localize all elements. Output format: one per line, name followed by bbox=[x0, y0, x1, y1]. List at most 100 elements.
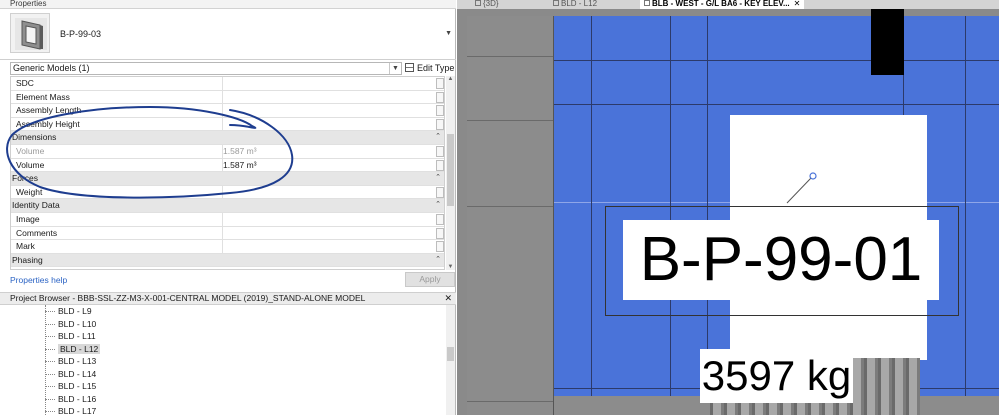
property-key: Weight bbox=[16, 186, 43, 197]
project-browser-title: Project Browser - BBB-SSL-ZZ-M3-X-001-CE… bbox=[0, 292, 456, 305]
property-group-header[interactable]: Forces ⌃ bbox=[11, 172, 444, 186]
edit-type-icon bbox=[405, 63, 414, 72]
row-edit-button[interactable] bbox=[436, 105, 444, 117]
property-group-header[interactable]: Dimensions ⌃ bbox=[11, 131, 444, 145]
edit-type-button[interactable]: Edit Type bbox=[405, 62, 454, 75]
dropdown-arrow-icon[interactable]: ▼ bbox=[445, 30, 452, 37]
element-tag-label[interactable]: B-P-99-01 bbox=[623, 220, 939, 300]
property-row[interactable]: Assembly Length bbox=[11, 104, 444, 118]
tree-item-label: BLD - L11 bbox=[58, 331, 96, 341]
category-filter-select[interactable]: Generic Models (1) ▼ bbox=[10, 62, 402, 75]
properties-scrollbar[interactable]: ▲ ▼ bbox=[446, 76, 455, 270]
property-row[interactable]: Image bbox=[11, 212, 444, 227]
group-label: Identity Data bbox=[12, 200, 60, 211]
property-row[interactable]: Comments bbox=[11, 226, 444, 241]
view-tab-label: BLB - WEST - G/L BA6 - KEY ELEV... bbox=[652, 0, 790, 8]
row-edit-button[interactable] bbox=[436, 145, 444, 157]
row-edit-button[interactable] bbox=[436, 118, 444, 130]
properties-grid: SDC Element Mass Assembly Length Assembly H… bbox=[10, 76, 445, 270]
property-value[interactable]: 1.587 m³ bbox=[223, 159, 257, 172]
tree-item-view[interactable]: BLD - L11 bbox=[10, 330, 444, 343]
scrollbar-thumb[interactable] bbox=[447, 134, 454, 206]
project-browser-tree: BLD - L9 BLD - L10 BLD - L11 BLD - L12 BLD -… bbox=[10, 305, 444, 415]
drawing-view[interactable]: {3D} BLD - L12 BLB - WEST - G/L BA6 - KEY … bbox=[457, 0, 999, 415]
type-selector[interactable]: B-P-99-03 ▼ bbox=[0, 10, 456, 60]
group-label: Dimensions bbox=[12, 132, 57, 143]
element-mass-label[interactable]: 3597 kg bbox=[700, 349, 853, 403]
property-row[interactable]: Assembly Height bbox=[11, 117, 444, 132]
group-label: Phasing bbox=[12, 254, 43, 265]
tree-item-view[interactable]: BLD - L10 bbox=[10, 318, 444, 331]
view-tab[interactable]: {3D} bbox=[471, 0, 503, 9]
property-group-header[interactable]: Phasing ⌃ bbox=[11, 253, 444, 268]
collapse-icon[interactable]: ⌃ bbox=[435, 131, 441, 144]
tree-item-view[interactable]: BLD - L12 bbox=[10, 343, 444, 356]
view-tab[interactable]: BLB - WEST - G/L BA6 - KEY ELEV... ✕ bbox=[640, 0, 805, 9]
property-key: Image bbox=[16, 213, 40, 224]
row-edit-button[interactable] bbox=[436, 78, 444, 89]
scroll-down-icon[interactable]: ▼ bbox=[446, 264, 455, 270]
property-row[interactable]: Element Mass bbox=[11, 90, 444, 105]
property-value[interactable]: 1.587 m³ bbox=[223, 145, 257, 158]
scrollbar-thumb[interactable] bbox=[447, 347, 454, 361]
close-icon[interactable]: ✕ bbox=[794, 0, 801, 8]
row-edit-button[interactable] bbox=[436, 186, 444, 198]
row-edit-button[interactable] bbox=[436, 241, 444, 253]
property-group-header[interactable]: Identity Data ⌃ bbox=[11, 199, 444, 213]
tree-item-view[interactable]: BLD - L14 bbox=[10, 368, 444, 381]
tree-item-label: BLD - L17 bbox=[58, 406, 97, 415]
apply-button[interactable]: Apply bbox=[405, 272, 455, 287]
project-browser-scrollbar[interactable] bbox=[446, 305, 455, 415]
tree-item-label: BLD - L15 bbox=[58, 381, 97, 391]
row-edit-button[interactable] bbox=[436, 227, 444, 239]
grid-line bbox=[553, 104, 999, 105]
view-icon bbox=[553, 0, 559, 6]
property-key: Assembly Length bbox=[16, 105, 82, 116]
tree-item-view[interactable]: BLD - L15 bbox=[10, 380, 444, 393]
grid-line bbox=[591, 16, 592, 396]
black-column bbox=[871, 9, 904, 75]
tree-item-view[interactable]: BLD - L9 bbox=[10, 305, 444, 318]
property-row[interactable]: Mark bbox=[11, 240, 444, 254]
property-row[interactable]: SDC bbox=[11, 77, 444, 91]
project-browser-title-text: Project Browser - BBB-SSL-ZZ-M3-X-001-CE… bbox=[10, 293, 366, 303]
row-edit-button[interactable] bbox=[436, 159, 444, 171]
collapse-icon[interactable]: ⌃ bbox=[435, 199, 441, 212]
property-key: Comments bbox=[16, 227, 58, 238]
group-label: Forces bbox=[12, 173, 38, 184]
grid-line bbox=[553, 60, 999, 61]
properties-help-link[interactable]: Properties help bbox=[10, 275, 67, 285]
chevron-down-icon[interactable]: ▼ bbox=[389, 63, 401, 74]
type-name: B-P-99-03 bbox=[60, 29, 102, 39]
collapse-icon[interactable]: ⌃ bbox=[435, 254, 441, 267]
row-edit-button[interactable] bbox=[436, 213, 444, 225]
view-icon bbox=[644, 0, 650, 6]
category-row: Generic Models (1) ▼ Edit Type bbox=[0, 60, 456, 76]
view-tab[interactable]: BLD - L12 bbox=[549, 0, 601, 9]
property-key: Assembly Height bbox=[16, 118, 80, 129]
tree-item-view[interactable]: BLD - L17 bbox=[10, 405, 444, 415]
tree-item-view[interactable]: BLD - L16 bbox=[10, 393, 444, 406]
type-thumbnail-icon bbox=[10, 13, 50, 53]
gray-structure bbox=[467, 16, 553, 415]
tree-item-label: BLD - L13 bbox=[58, 356, 97, 366]
collapse-icon[interactable]: ⌃ bbox=[435, 172, 441, 185]
view-tab-label: {3D} bbox=[483, 0, 499, 8]
property-key: Mark bbox=[16, 241, 35, 252]
close-icon[interactable]: ✕ bbox=[444, 293, 452, 304]
scroll-up-icon[interactable]: ▲ bbox=[446, 76, 455, 82]
property-key: SDC bbox=[16, 78, 34, 88]
tree-item-label: BLD - L14 bbox=[58, 368, 97, 379]
row-edit-button[interactable] bbox=[436, 91, 444, 103]
edit-type-label: Edit Type bbox=[417, 63, 455, 73]
property-row[interactable]: Volume 1.587 m³ bbox=[11, 144, 444, 159]
tree-item-label: BLD - L16 bbox=[58, 393, 97, 404]
tree-item-view[interactable]: BLD - L13 bbox=[10, 355, 444, 368]
property-key: Element Mass bbox=[16, 91, 70, 102]
tree-item-label: BLD - L9 bbox=[58, 306, 92, 316]
property-key: Volume bbox=[16, 159, 45, 170]
category-filter-value: Generic Models (1) bbox=[13, 63, 90, 73]
property-row[interactable]: Weight bbox=[11, 185, 444, 200]
property-row[interactable]: Volume 1.587 m³ bbox=[11, 158, 444, 173]
tree-item-label: BLD - L12 bbox=[58, 343, 101, 354]
